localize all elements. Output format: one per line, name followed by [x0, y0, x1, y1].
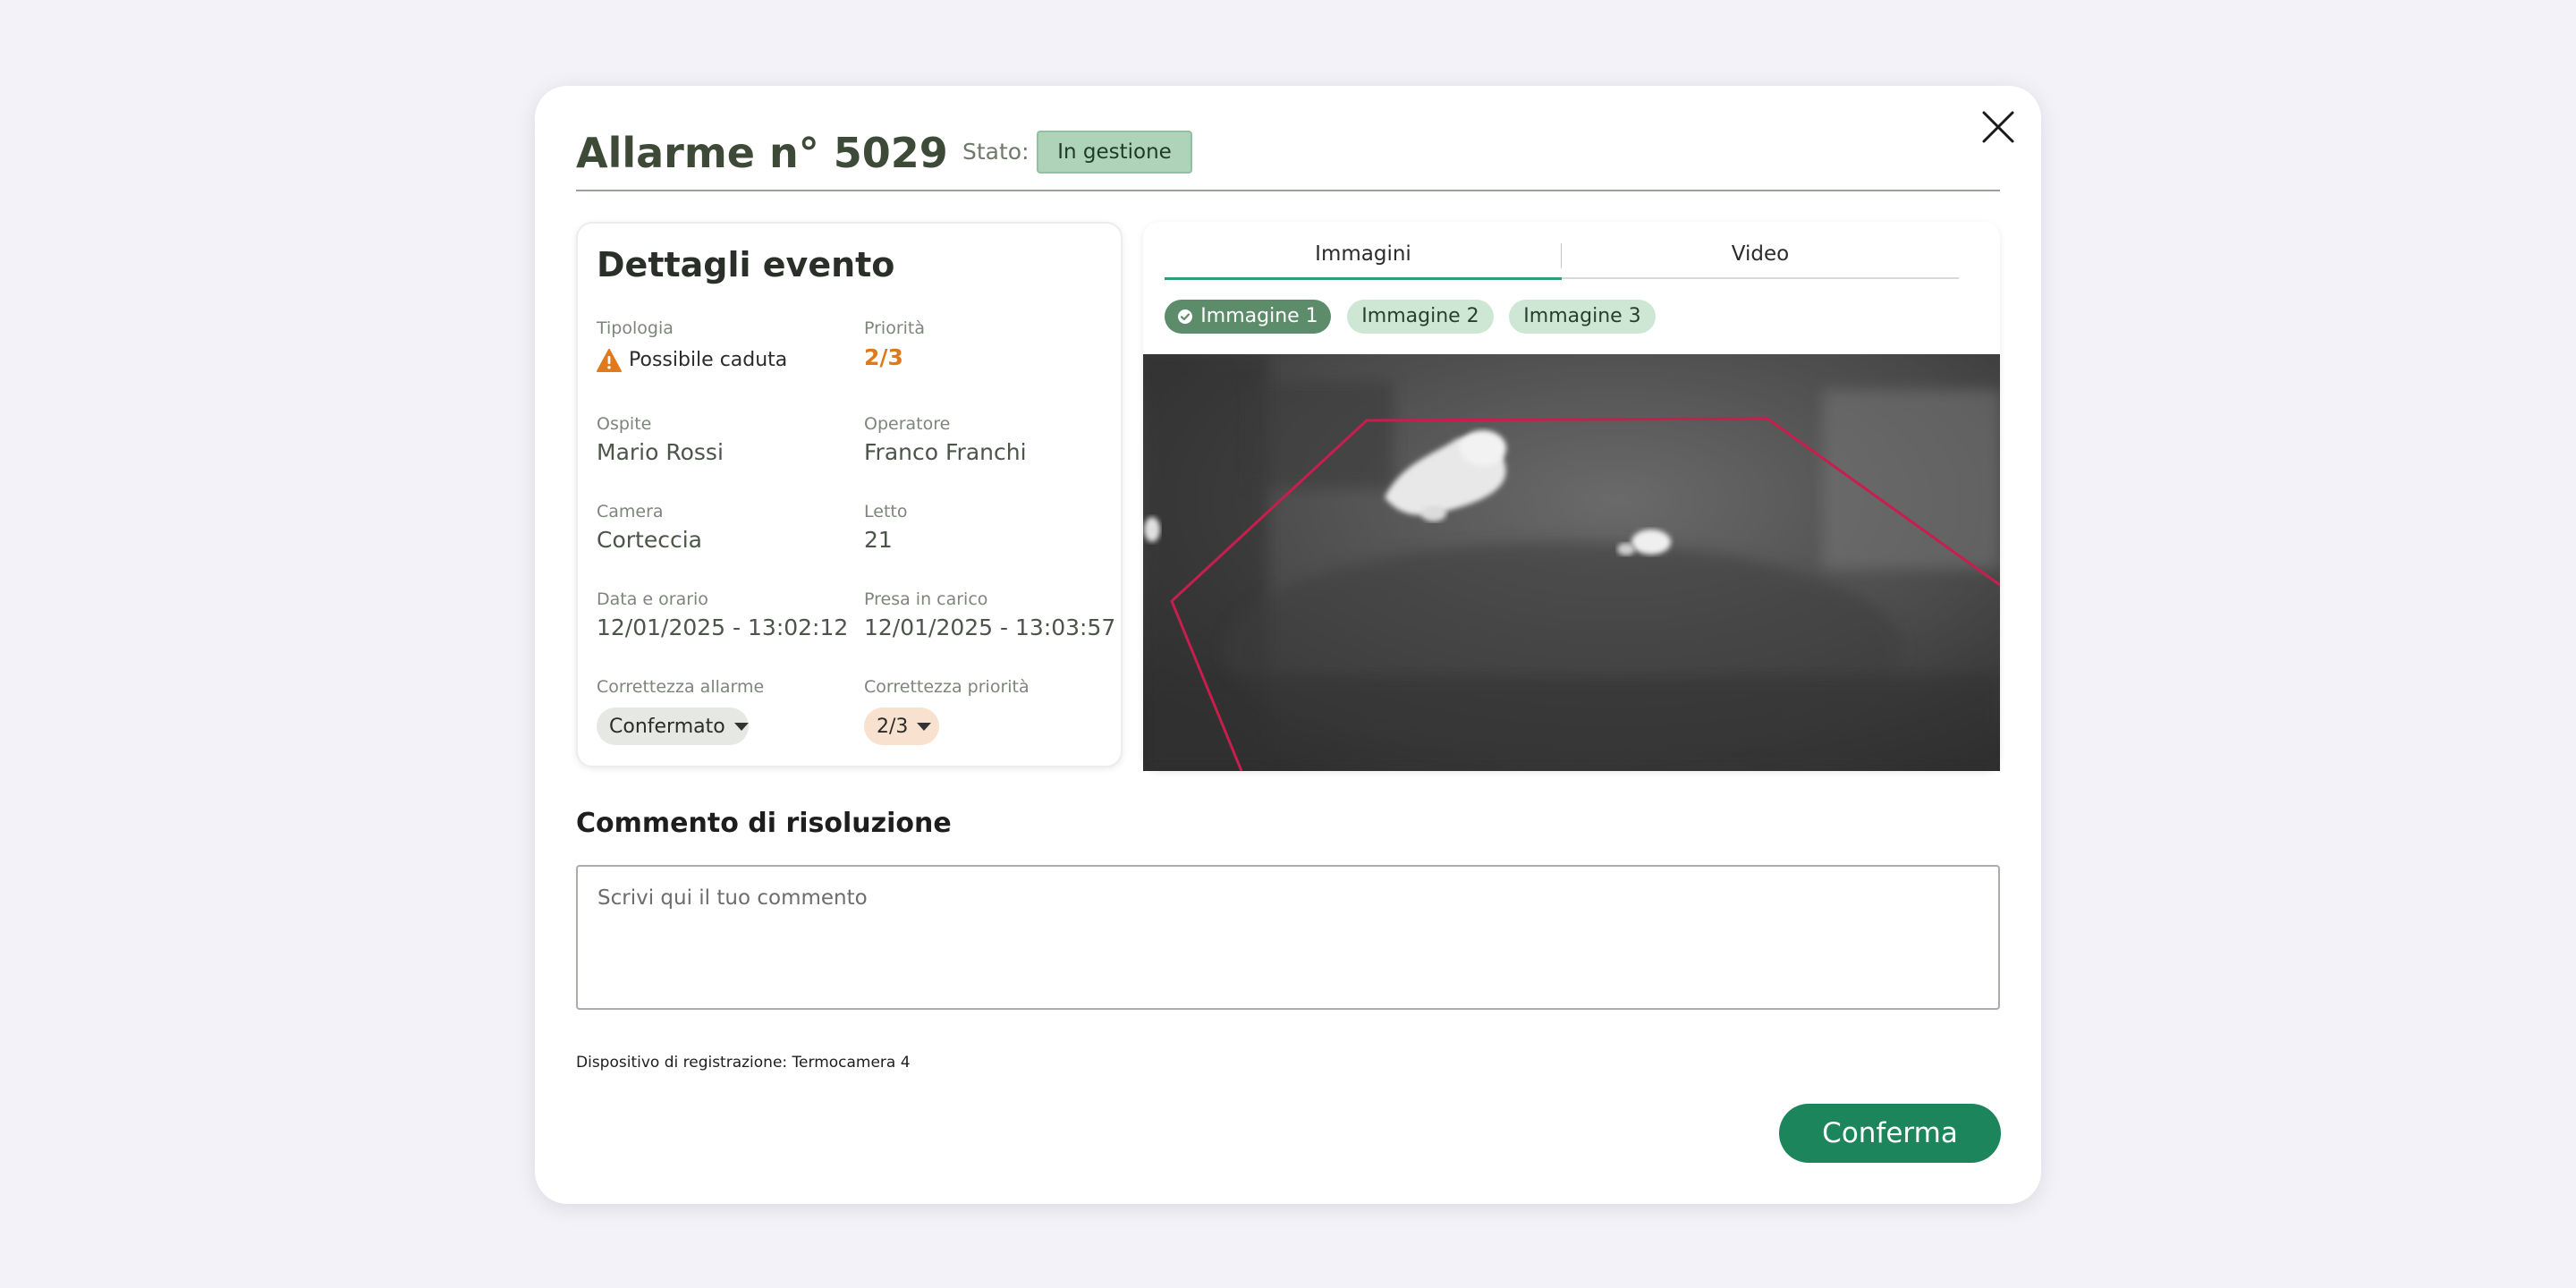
- correttezza-allarme-dropdown[interactable]: Confermato: [597, 708, 749, 745]
- caret-down-icon: [917, 722, 932, 731]
- tab-video[interactable]: Video: [1562, 236, 1959, 279]
- priorita-label: Priorità: [864, 318, 926, 338]
- check-circle-icon: [1178, 309, 1193, 324]
- caret-down-icon: [733, 722, 749, 731]
- presa-in-carico-value: 12/01/2025 - 13:03:57: [864, 614, 1116, 640]
- ospite-label: Ospite: [597, 414, 652, 434]
- operatore-value: Franco Franchi: [864, 439, 1027, 465]
- letto-value: 21: [864, 527, 893, 553]
- tipologia-label: Tipologia: [597, 318, 674, 338]
- event-details-heading: Dettagli evento: [597, 245, 895, 284]
- status-label: Stato:: [962, 139, 1030, 165]
- tab-immagini[interactable]: Immagini: [1165, 236, 1562, 280]
- camera-value: Corteccia: [597, 527, 702, 553]
- correttezza-allarme-label: Correttezza allarme: [597, 677, 765, 697]
- recording-device-text: Dispositivo di registrazione: Termocamer…: [576, 1054, 911, 1072]
- comment-heading: Commento di risoluzione: [576, 808, 952, 839]
- thermal-camera-image[interactable]: [1143, 354, 2001, 772]
- data-orario-label: Data e orario: [597, 589, 708, 609]
- page-title: Allarme n° 5029: [576, 129, 948, 177]
- chip-immagine-3[interactable]: Immagine 3: [1509, 300, 1656, 334]
- correttezza-priorita-value: 2/3: [877, 715, 909, 738]
- tipologia-text: Possibile caduta: [629, 349, 788, 371]
- comment-textarea[interactable]: [576, 865, 2000, 1010]
- tipologia-value: Possibile caduta: [597, 345, 787, 376]
- chip-immagine-1[interactable]: Immagine 1: [1165, 300, 1331, 334]
- thermal-image-svg: [1143, 354, 2001, 772]
- correttezza-allarme-value: Confermato: [609, 715, 725, 738]
- letto-label: Letto: [864, 502, 908, 521]
- correttezza-priorita-dropdown[interactable]: 2/3: [864, 708, 939, 745]
- warning-icon: [597, 349, 622, 372]
- ospite-value: Mario Rossi: [597, 439, 724, 465]
- confirm-button[interactable]: Conferma: [1779, 1104, 2001, 1163]
- chip-immagine-2[interactable]: Immagine 2: [1347, 300, 1494, 334]
- presa-in-carico-label: Presa in carico: [864, 589, 988, 609]
- camera-label: Camera: [597, 502, 664, 521]
- status-badge: In gestione: [1037, 131, 1192, 174]
- data-orario-value: 12/01/2025 - 13:02:12: [597, 614, 849, 640]
- chip-label: Immagine 1: [1200, 305, 1318, 327]
- operatore-label: Operatore: [864, 414, 951, 434]
- priorita-value: 2/3: [864, 344, 903, 370]
- correttezza-priorita-label: Correttezza priorità: [864, 677, 1030, 697]
